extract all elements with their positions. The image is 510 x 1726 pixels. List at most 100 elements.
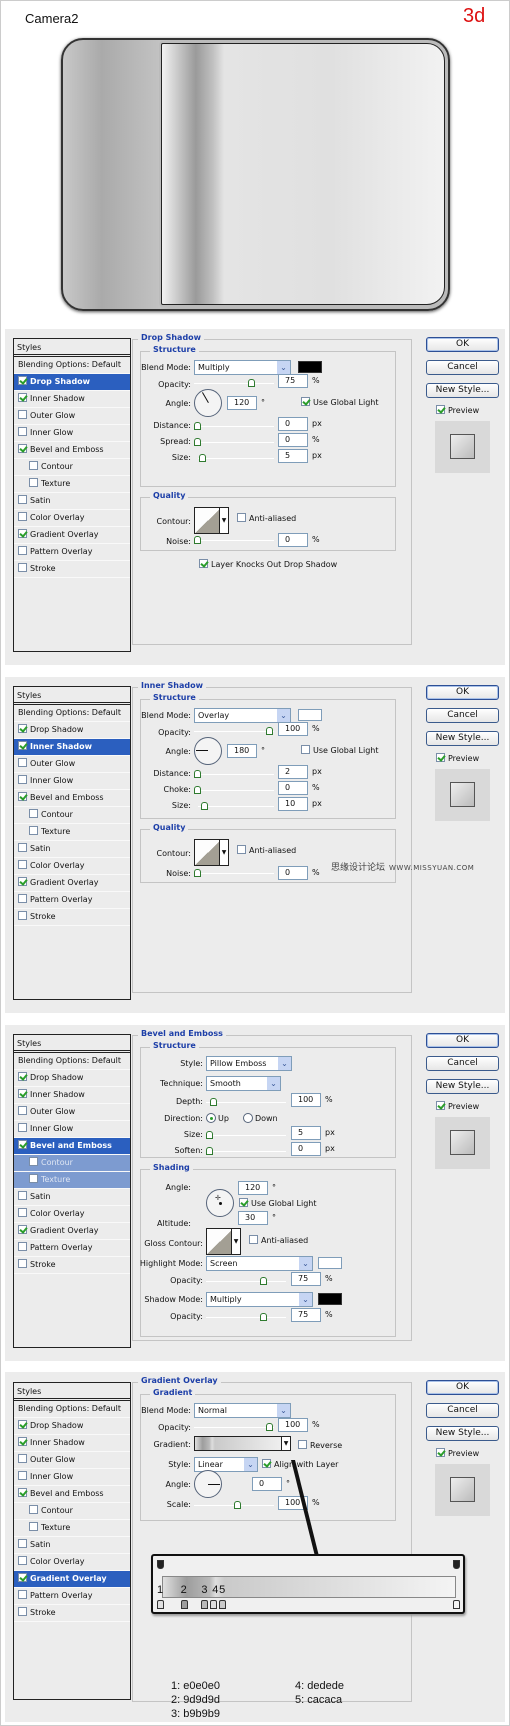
preview-checkbox[interactable]: Preview xyxy=(436,1448,479,1458)
style-select[interactable]: Pillow Emboss ⌄ xyxy=(206,1056,292,1071)
angle-dial[interactable] xyxy=(194,1470,222,1498)
style-item-pattern-overlay[interactable]: Pattern Overlay xyxy=(14,544,130,561)
style-item-inner-shadow[interactable]: Inner Shadow xyxy=(14,739,130,756)
checkbox[interactable] xyxy=(18,1556,27,1565)
color-stop[interactable] xyxy=(219,1600,227,1609)
style-item-outer-glow[interactable]: Outer Glow xyxy=(14,408,130,425)
style-item-texture[interactable]: Texture xyxy=(14,476,130,493)
opacity-field[interactable]: 100 xyxy=(278,1418,308,1432)
angle-dial[interactable] xyxy=(194,737,222,765)
gloss-contour-picker[interactable]: ▼ xyxy=(206,1228,241,1255)
distance-field[interactable]: 0 xyxy=(278,417,308,431)
opacity-slider-track[interactable] xyxy=(194,383,274,384)
style-item-contour[interactable]: Contour xyxy=(14,1155,130,1172)
blending-options[interactable]: Blending Options: Default xyxy=(14,705,130,722)
checkbox[interactable] xyxy=(18,1437,27,1446)
angle-dial[interactable]: ✛ xyxy=(206,1189,234,1217)
style-item-drop-shadow[interactable]: Drop Shadow xyxy=(14,722,130,739)
checkbox[interactable] xyxy=(29,809,38,818)
style-item-stroke[interactable]: Stroke xyxy=(14,1257,130,1274)
styles-header[interactable]: Styles xyxy=(14,339,130,357)
shadow-opacity-field[interactable]: 75 xyxy=(291,1308,321,1322)
style-item-inner-shadow[interactable]: Inner Shadow xyxy=(14,391,130,408)
checkbox[interactable] xyxy=(18,1607,27,1616)
size-slider-track[interactable] xyxy=(206,1135,286,1136)
checkbox[interactable] xyxy=(18,843,27,852)
angle-field[interactable]: 120 xyxy=(227,396,257,410)
depth-slider-track[interactable] xyxy=(206,1102,286,1103)
soften-field[interactable]: 0 xyxy=(291,1142,321,1156)
shadow-opacity-slider-track[interactable] xyxy=(206,1317,286,1318)
checkbox[interactable] xyxy=(18,1106,27,1115)
ok-button[interactable]: OK xyxy=(426,1033,499,1048)
distance-slider-thumb[interactable] xyxy=(194,770,201,778)
styles-header[interactable]: Styles xyxy=(14,1035,130,1053)
use-global-light[interactable]: Use Global Light xyxy=(239,1198,317,1208)
use-global-light[interactable]: Use Global Light xyxy=(301,397,379,407)
checkbox[interactable] xyxy=(29,478,38,487)
spread-field[interactable]: 0 xyxy=(278,433,308,447)
checkbox[interactable] xyxy=(18,894,27,903)
size-field[interactable]: 5 xyxy=(291,1126,321,1140)
style-item-bevel-and-emboss[interactable]: Bevel and Emboss xyxy=(14,442,130,459)
style-item-pattern-overlay[interactable]: Pattern Overlay xyxy=(14,1240,130,1257)
checkbox[interactable] xyxy=(18,1488,27,1497)
direction-down-radio[interactable]: Down xyxy=(242,1113,278,1123)
depth-slider-thumb[interactable] xyxy=(209,1098,217,1106)
checkbox[interactable] xyxy=(18,1259,27,1268)
checkbox[interactable] xyxy=(18,563,27,572)
angle-field[interactable]: 180 xyxy=(227,744,257,758)
style-item-texture[interactable]: Texture xyxy=(14,824,130,841)
new-style-button[interactable]: New Style... xyxy=(426,1426,499,1441)
checkbox[interactable] xyxy=(29,1522,38,1531)
checkbox[interactable] xyxy=(18,1539,27,1548)
blending-options[interactable]: Blending Options: Default xyxy=(14,1053,130,1070)
choke-slider-track[interactable] xyxy=(194,790,274,791)
opacity-stop[interactable] xyxy=(453,1560,460,1569)
use-global-light-box[interactable] xyxy=(301,397,310,406)
checkbox[interactable] xyxy=(18,393,27,402)
align-with-layer-checkbox-box[interactable] xyxy=(262,1459,271,1468)
direction-up-radio[interactable]: Up xyxy=(206,1113,243,1123)
preview-checkbox-box[interactable] xyxy=(436,1101,445,1110)
angle-field[interactable]: 0 xyxy=(252,1477,282,1491)
opacity-field[interactable]: 100 xyxy=(278,722,308,736)
style-item-inner-glow[interactable]: Inner Glow xyxy=(14,1469,130,1486)
anti-aliased-checkbox-box[interactable] xyxy=(237,845,246,854)
gradient-picker[interactable]: ▼ xyxy=(194,1436,291,1451)
choke-field[interactable]: 0 xyxy=(278,781,308,795)
style-item-drop-shadow[interactable]: Drop Shadow xyxy=(14,1070,130,1087)
anti-aliased-checkbox[interactable]: Anti-aliased xyxy=(249,1235,308,1245)
style-item-bevel-and-emboss[interactable]: Bevel and Emboss xyxy=(14,1138,130,1155)
checkbox[interactable] xyxy=(18,1123,27,1132)
style-item-color-overlay[interactable]: Color Overlay xyxy=(14,858,130,875)
checkbox[interactable] xyxy=(29,1174,38,1183)
style-item-contour[interactable]: Contour xyxy=(14,459,130,476)
checkbox[interactable] xyxy=(18,1072,27,1081)
blend-mode-select[interactable]: Normal ⌄ xyxy=(194,1403,291,1418)
blend-mode-select[interactable]: Multiply ⌄ xyxy=(194,360,291,375)
checkbox[interactable] xyxy=(18,724,27,733)
style-item-pattern-overlay[interactable]: Pattern Overlay xyxy=(14,892,130,909)
style-item-color-overlay[interactable]: Color Overlay xyxy=(14,510,130,527)
checkbox[interactable] xyxy=(29,1157,38,1166)
radio[interactable] xyxy=(242,1113,253,1123)
noise-slider-track[interactable] xyxy=(194,873,274,874)
style-item-drop-shadow[interactable]: Drop Shadow xyxy=(14,1418,130,1435)
style-item-color-overlay[interactable]: Color Overlay xyxy=(14,1554,130,1571)
spread-slider-track[interactable] xyxy=(194,442,274,443)
use-global-light[interactable]: Use Global Light xyxy=(301,745,379,755)
checkbox[interactable] xyxy=(18,1191,27,1200)
style-item-contour[interactable]: Contour xyxy=(14,1503,130,1520)
reverse-checkbox[interactable]: Reverse xyxy=(298,1440,342,1450)
style-item-texture[interactable]: Texture xyxy=(14,1520,130,1537)
checkbox[interactable] xyxy=(18,1208,27,1217)
checkbox[interactable] xyxy=(18,860,27,869)
distance-slider-track[interactable] xyxy=(194,774,274,775)
checkbox[interactable] xyxy=(18,546,27,555)
style-item-outer-glow[interactable]: Outer Glow xyxy=(14,1104,130,1121)
checkbox[interactable] xyxy=(18,741,27,750)
highlight-mode-select[interactable]: Screen ⌄ xyxy=(206,1256,313,1271)
style-item-color-overlay[interactable]: Color Overlay xyxy=(14,1206,130,1223)
new-style-button[interactable]: New Style... xyxy=(426,731,499,746)
